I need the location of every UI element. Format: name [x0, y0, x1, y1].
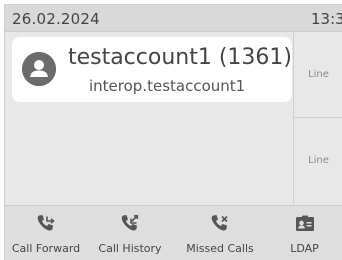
call-history-button[interactable]: Call History — [87, 206, 173, 260]
display-frame: 26.02.2024 13:38 interop.testaccount1 (1… — [4, 4, 342, 260]
missed-calls-icon — [211, 215, 228, 231]
missed-calls-button[interactable]: Missed Calls — [173, 206, 267, 260]
user-avatar-icon — [22, 52, 56, 86]
phone-screen: 26.02.2024 13:38 interop.testaccount1 (1… — [0, 0, 342, 260]
call-history-label: Call History — [98, 242, 162, 255]
call-forward-icon — [37, 215, 55, 231]
call-forward-label: Call Forward — [11, 242, 81, 255]
line-key-1[interactable]: Line — [294, 32, 342, 118]
status-time: 13:38 — [311, 10, 342, 28]
idle-main-area: interop.testaccount1 (1361) interop.test… — [5, 32, 342, 205]
contact-card-icon — [295, 215, 314, 231]
call-forward-button[interactable]: Call Forward — [5, 206, 87, 260]
account-card[interactable]: interop.testaccount1 (1361) interop.test… — [12, 37, 292, 102]
missed-calls-label: Missed Calls — [186, 242, 254, 255]
line-key-2[interactable]: Line — [294, 118, 342, 204]
softkey-bar: Call Forward Call History Missed Calls L… — [5, 205, 342, 260]
ldap-button[interactable]: LDAP — [267, 206, 342, 260]
ldap-label: LDAP — [290, 242, 319, 255]
line-key-panel: Line Line — [293, 32, 342, 205]
status-bar: 26.02.2024 13:38 — [5, 5, 342, 32]
status-date: 26.02.2024 — [12, 10, 100, 28]
account-sub-label: interop.testaccount1 — [89, 77, 246, 95]
account-name: interop.testaccount1 (1361) — [67, 45, 292, 70]
call-history-icon — [121, 215, 139, 231]
